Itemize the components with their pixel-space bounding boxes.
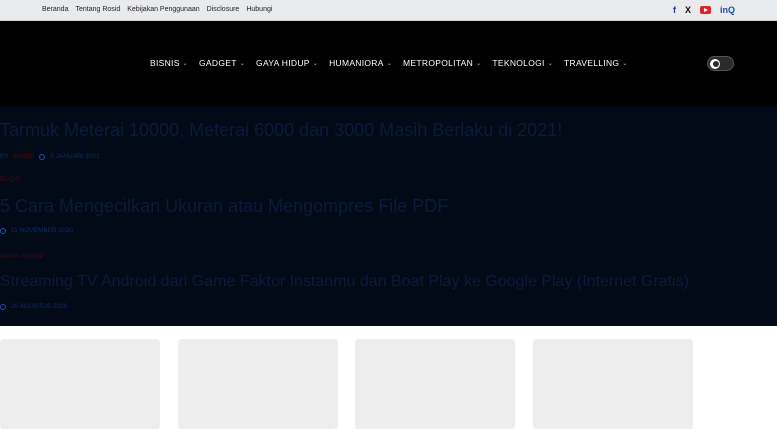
moon-icon bbox=[713, 61, 719, 67]
post-meta: 20 AGUSTUS 2020 bbox=[0, 303, 689, 310]
chevron-down-icon: ⌄ bbox=[182, 60, 188, 67]
post-item: Tarmuk Meterai 10000, Meterai 6000 dan 3… bbox=[0, 120, 562, 160]
nav-label: TEKNOLOGI bbox=[492, 58, 545, 68]
nav-item-gaya-hidup[interactable]: GAYA HIDUP ⌄ bbox=[256, 58, 318, 68]
x-icon[interactable]: X bbox=[685, 4, 691, 16]
chevron-down-icon: ⌄ bbox=[312, 60, 319, 67]
post-date: 11 NOVEMBER 2020 bbox=[11, 227, 74, 234]
post-author[interactable]: ROSID bbox=[14, 153, 35, 160]
inq-icon[interactable]: inQ bbox=[720, 4, 735, 16]
toggle-knob bbox=[710, 59, 720, 69]
nav-label: METROPOLITAN bbox=[403, 58, 474, 68]
top-navigation: Beranda Tentang Rosid Kebijakan Pengguna… bbox=[42, 6, 272, 13]
nav-label: TRAVELLING bbox=[564, 58, 620, 68]
dark-mode-toggle[interactable] bbox=[707, 56, 734, 71]
top-link-beranda[interactable]: Beranda bbox=[42, 6, 68, 13]
post-title[interactable]: Tarmuk Meterai 10000, Meterai 6000 dan 3… bbox=[0, 120, 562, 141]
featured-posts-overlay: Tarmuk Meterai 10000, Meterai 6000 dan 3… bbox=[0, 106, 777, 326]
nav-item-bisnis[interactable]: BISNIS ⌄ bbox=[150, 58, 188, 68]
nav-item-teknologi[interactable]: TEKNOLOGI ⌄ bbox=[492, 58, 553, 68]
social-links: f X inQ bbox=[673, 4, 735, 16]
site-header: BISNIS ⌄ GADGET ⌄ GAYA HIDUP ⌄ HUMANIORA ⌄ M… bbox=[0, 21, 777, 106]
chevron-down-icon: ⌄ bbox=[622, 60, 628, 67]
chevron-down-icon: ⌄ bbox=[386, 60, 393, 67]
post-meta: 11 NOVEMBER 2020 bbox=[0, 227, 448, 234]
main-navigation: BISNIS ⌄ GADGET ⌄ GAYA HIDUP ⌄ HUMANIORA ⌄ M… bbox=[150, 58, 628, 68]
post-date: 5 JANUARI 2021 bbox=[50, 153, 100, 160]
post-title[interactable]: Streaming TV Android dari Game Faktor In… bbox=[0, 273, 689, 291]
nav-label: HUMANIORA bbox=[329, 58, 384, 68]
nav-label: GAYA HIDUP bbox=[256, 58, 310, 68]
clock-icon bbox=[0, 227, 6, 234]
post-item: GAYA HIDUP Streaming TV Android dari Gam… bbox=[0, 253, 689, 310]
card-grid bbox=[0, 339, 777, 429]
top-bar: Beranda Tentang Rosid Kebijakan Pengguna… bbox=[0, 0, 777, 21]
top-link-hubungi[interactable]: Hubungi bbox=[246, 6, 272, 13]
post-title[interactable]: 5 Cara Mengecilkan Ukuran atau Mengompre… bbox=[0, 196, 448, 217]
card-placeholder[interactable] bbox=[533, 339, 693, 429]
top-link-kebijakan[interactable]: Kebijakan Penggunaan bbox=[127, 6, 199, 13]
top-link-tentang[interactable]: Tentang Rosid bbox=[75, 6, 120, 13]
card-placeholder[interactable] bbox=[0, 339, 160, 429]
nav-label: BISNIS bbox=[150, 58, 180, 68]
chevron-down-icon: ⌄ bbox=[547, 60, 554, 67]
post-date: 20 AGUSTUS 2020 bbox=[11, 303, 68, 310]
top-link-disclosure[interactable]: Disclosure bbox=[207, 6, 240, 13]
chevron-down-icon: ⌄ bbox=[476, 60, 482, 67]
clock-icon bbox=[39, 153, 46, 160]
nav-item-humaniora[interactable]: HUMANIORA ⌄ bbox=[329, 58, 392, 68]
card-placeholder[interactable] bbox=[355, 339, 515, 429]
nav-item-travelling[interactable]: TRAVELLING ⌄ bbox=[564, 58, 628, 68]
nav-label: GADGET bbox=[199, 58, 237, 68]
by-label: BY bbox=[0, 153, 9, 160]
post-meta: BY ROSID 5 JANUARI 2021 bbox=[0, 153, 562, 160]
post-category[interactable]: GAYA HIDUP bbox=[0, 253, 689, 260]
post-item: BLOG 5 Cara Mengecilkan Ukuran atau Meng… bbox=[0, 176, 448, 234]
nav-item-metropolitan[interactable]: METROPOLITAN ⌄ bbox=[403, 58, 481, 68]
chevron-down-icon: ⌄ bbox=[239, 60, 246, 67]
clock-icon bbox=[0, 303, 6, 310]
facebook-icon[interactable]: f bbox=[673, 4, 676, 16]
post-category[interactable]: BLOG bbox=[0, 176, 448, 183]
nav-item-gadget[interactable]: GADGET ⌄ bbox=[199, 58, 245, 68]
youtube-icon[interactable] bbox=[700, 6, 711, 14]
card-placeholder[interactable] bbox=[178, 339, 338, 429]
